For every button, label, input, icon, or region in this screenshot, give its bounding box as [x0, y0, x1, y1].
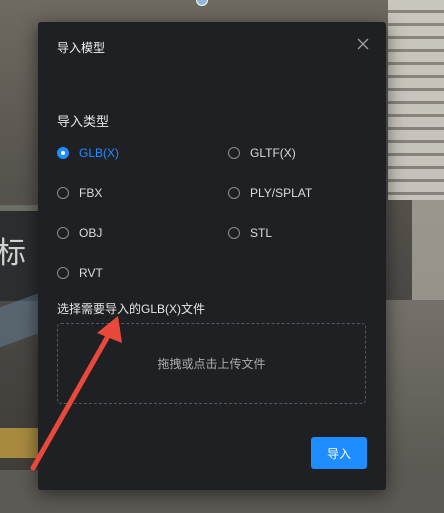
3d-scene-background: 标 导入模型 导入类型 GLB(X) GLTF(X) FBX PLY/SPLAT… [0, 0, 444, 513]
radio-stl[interactable]: STL [228, 223, 272, 243]
radio-checked-icon [57, 147, 69, 159]
import-model-dialog: 导入模型 导入类型 GLB(X) GLTF(X) FBX PLY/SPLAT O… [38, 22, 386, 490]
radio-label: OBJ [79, 226, 103, 240]
close-button[interactable] [354, 35, 372, 53]
radio-unchecked-icon [57, 267, 69, 279]
radio-label: GLTF(X) [250, 146, 296, 160]
background-building-lower [412, 200, 444, 310]
radio-gltfx[interactable]: GLTF(X) [228, 143, 296, 163]
background-wall-sign: 标 [0, 236, 27, 271]
radio-label: STL [250, 226, 273, 240]
radio-label: FBX [79, 186, 103, 200]
import-button[interactable]: 导入 [311, 437, 367, 469]
background-yellow-object [0, 428, 40, 458]
radio-unchecked-icon [228, 227, 240, 239]
upload-dropzone[interactable]: 拖拽或点击上传文件 [57, 323, 366, 404]
radio-label: RVT [79, 266, 103, 280]
import-type-label: 导入类型 [57, 114, 110, 129]
radio-rvt[interactable]: RVT [57, 263, 103, 283]
radio-unchecked-icon [228, 187, 240, 199]
radio-unchecked-icon [57, 227, 69, 239]
radio-unchecked-icon [228, 147, 240, 159]
radio-ply-splat[interactable]: PLY/SPLAT [228, 183, 312, 203]
dialog-title: 导入模型 [57, 41, 106, 55]
radio-label: GLB(X) [79, 146, 120, 160]
background-building [388, 0, 444, 200]
radio-unchecked-icon [57, 187, 69, 199]
radio-glbx[interactable]: GLB(X) [57, 143, 119, 163]
scene-marker-icon [196, 0, 208, 6]
radio-obj[interactable]: OBJ [57, 223, 102, 243]
radio-fbx[interactable]: FBX [57, 183, 102, 203]
radio-label: PLY/SPLAT [250, 186, 313, 200]
close-icon [354, 35, 372, 53]
dropzone-text: 拖拽或点击上传文件 [157, 357, 266, 371]
file-select-label: 选择需要导入的GLB(X)文件 [57, 302, 206, 316]
